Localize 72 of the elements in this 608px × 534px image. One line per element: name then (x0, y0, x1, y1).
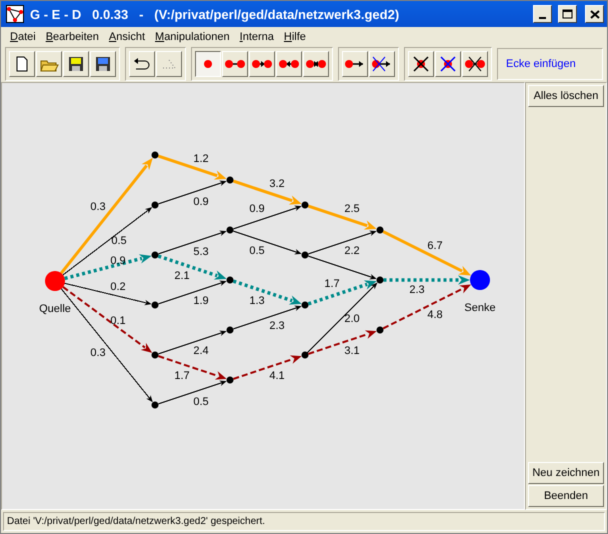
graph-node (226, 326, 234, 334)
edge-weight-label: 3.2 (269, 178, 285, 190)
menu-item[interactable]: Bearbeiten (40, 30, 104, 43)
graph-node (376, 276, 384, 284)
graph-node (376, 226, 384, 234)
maximize-icon (562, 9, 573, 20)
graph-node (152, 301, 158, 308)
graph-node (376, 326, 384, 334)
edge-weight-label: 1.7 (174, 370, 190, 382)
edge-weight-label: 2.3 (409, 284, 425, 296)
edge-weight-label: 1.2 (193, 152, 209, 165)
menu-item[interactable]: Manipulationen (150, 30, 235, 43)
mode-label: Ecke einfügen (497, 48, 603, 80)
edge-weight-label: 5.3 (193, 246, 209, 258)
minimize-button[interactable] (533, 5, 552, 24)
edge-weight-label: 2.1 (174, 270, 190, 282)
crossed-arrow-icon (372, 56, 392, 72)
close-icon (590, 10, 600, 19)
undo-icon (132, 56, 152, 72)
edge-weight-label: 1.9 (193, 294, 209, 307)
menu-item[interactable]: Interna (234, 30, 279, 43)
graph-logo-icon (6, 5, 24, 24)
side-button[interactable]: Beenden (528, 484, 604, 507)
status-bar: Datei 'V:/privat/perl/ged/data/netzwerk3.ged2' gespeichert. (3, 512, 605, 532)
menu-item[interactable]: Datei (5, 30, 41, 43)
edge-weight-label: 0.2 (110, 280, 126, 293)
edge-weight-label: 6.7 (427, 240, 443, 252)
graph-node (302, 301, 308, 308)
edge-weight-label: 0.9 (110, 254, 126, 267)
edge-weight-label: 0.9 (193, 196, 209, 208)
node-label: Senke (464, 302, 496, 314)
maximize-button[interactable] (558, 5, 577, 24)
edge-weight-label: 0.9 (249, 202, 265, 215)
edge-weight-label: 2.0 (344, 312, 360, 325)
side-button[interactable]: Alles löschen (528, 84, 604, 107)
graph-node (302, 351, 308, 358)
graph-node (152, 351, 158, 358)
graph-node (152, 201, 158, 208)
delete-edge-icon (465, 56, 485, 72)
edge-weight-label: 3.1 (344, 344, 360, 357)
graph-node (152, 401, 158, 408)
edge-weight-label: 0.5 (111, 234, 127, 247)
edge-weight-label: 1.7 (324, 278, 340, 290)
graph-node (226, 176, 234, 184)
graph-node (152, 251, 158, 258)
edge-weight-label: 2.5 (344, 202, 360, 215)
node-label: Quelle (39, 302, 71, 315)
close-button[interactable] (585, 5, 604, 24)
edge-weight-label: 2.2 (344, 244, 360, 257)
edge-weight-label: 2.3 (269, 320, 285, 332)
edge-weight-label: 0.5 (249, 244, 265, 257)
graph-node (302, 251, 308, 258)
graph-node (226, 376, 234, 384)
delete-dot-icon (411, 56, 431, 72)
edge-weight-label: 0.3 (90, 200, 106, 213)
edge-weight-label: 0.1 (110, 314, 126, 327)
window-title: G - E - D 0.0.33 - (V:/privat/perl/ged/data/netzwerk3.ged2) (30, 6, 400, 22)
edge-weight-label: 2.4 (193, 344, 209, 357)
graph-node (302, 201, 308, 208)
menu-item[interactable]: Ansicht (104, 30, 150, 43)
delete-dot-icon (438, 56, 458, 72)
edge-weight-label: 0.3 (90, 346, 106, 359)
graph-node (226, 226, 234, 234)
minimize-icon (539, 16, 546, 19)
graph-node (152, 151, 158, 158)
edge-weight-label: 1.3 (249, 294, 265, 307)
edge-weight-label: 4.8 (427, 308, 443, 321)
edge-weight-label: 0.5 (193, 396, 209, 408)
side-button[interactable]: Neu zeichnen (528, 462, 604, 484)
graph-node (226, 276, 234, 284)
edge-weight-label: 4.1 (269, 370, 285, 382)
menu-item[interactable]: Hilfe (278, 30, 311, 43)
